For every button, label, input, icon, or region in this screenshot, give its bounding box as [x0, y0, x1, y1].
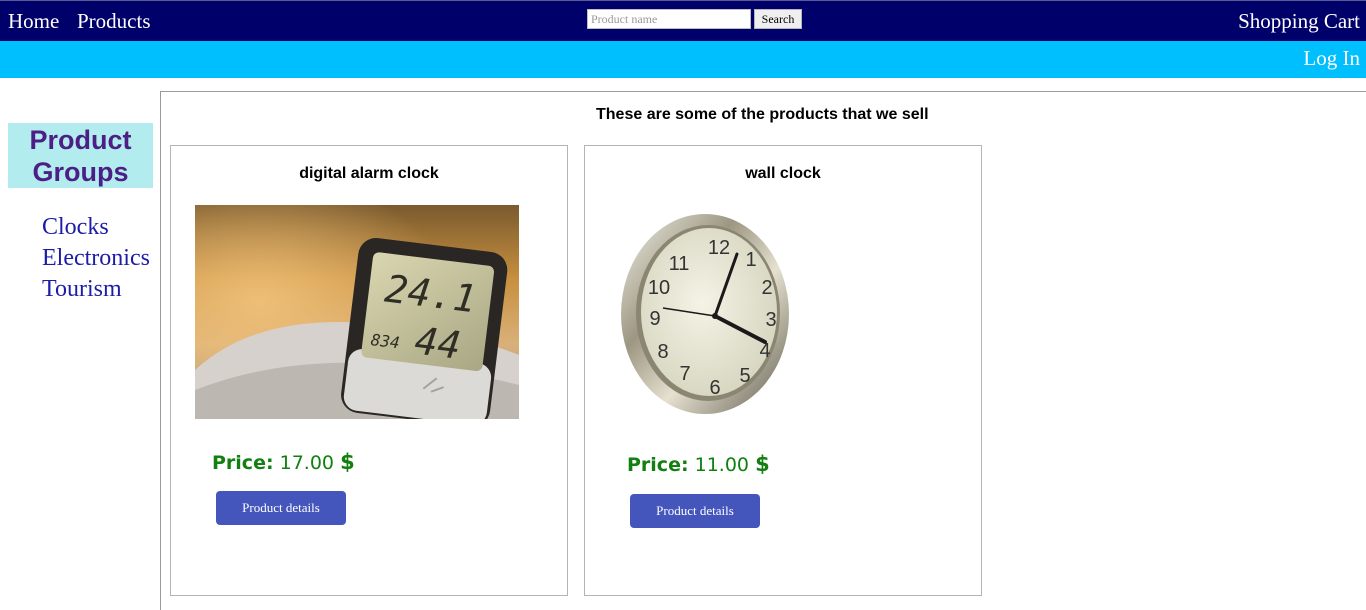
price-label: Price:: [627, 454, 689, 476]
svg-text:5: 5: [739, 365, 750, 387]
account-bar: Log In: [0, 41, 1366, 78]
group-link-clocks[interactable]: Clocks: [42, 212, 150, 243]
svg-text:9: 9: [649, 308, 660, 330]
price-currency: $: [340, 450, 355, 474]
svg-text:10: 10: [648, 277, 670, 299]
product-group-list: Clocks Electronics Tourism: [42, 212, 150, 305]
product-details-button[interactable]: Product details: [630, 494, 760, 528]
product-card: wall clock 12 1 2 3 4 5 6 7 8 9 10 11 Pr…: [584, 145, 982, 596]
svg-text:6: 6: [709, 377, 720, 399]
price-value: 11.00: [694, 454, 750, 476]
svg-text:2: 2: [761, 277, 772, 299]
nav-home-link[interactable]: Home: [8, 9, 59, 33]
nav-products-link[interactable]: Products: [77, 9, 151, 33]
search-button[interactable]: Search: [754, 9, 802, 29]
svg-text:7: 7: [679, 363, 690, 385]
svg-text:3: 3: [765, 309, 776, 331]
product-name: wall clock: [745, 165, 821, 182]
product-groups-title: Product Groups: [8, 123, 153, 188]
product-details-button[interactable]: Product details: [216, 491, 346, 525]
price-currency: $: [755, 452, 770, 476]
product-price: Price: 11.00 $: [627, 452, 770, 477]
group-link-electronics[interactable]: Electronics: [42, 243, 150, 274]
nav-shopping-cart-link[interactable]: Shopping Cart: [1238, 9, 1360, 33]
svg-text:834: 834: [370, 330, 401, 352]
login-link[interactable]: Log In: [1303, 46, 1360, 70]
svg-text:44: 44: [412, 319, 463, 368]
price-value: 17.00: [279, 452, 335, 474]
products-heading: These are some of the products that we s…: [596, 106, 929, 123]
digital-clock-photo-icon[interactable]: 24.1 834 44: [195, 205, 519, 419]
price-label: Price:: [212, 452, 274, 474]
wall-clock-photo-icon[interactable]: 12 1 2 3 4 5 6 7 8 9 10 11: [619, 212, 791, 416]
product-name: digital alarm clock: [299, 165, 439, 182]
product-price: Price: 17.00 $: [212, 450, 355, 475]
group-link-tourism[interactable]: Tourism: [42, 274, 150, 305]
svg-text:1: 1: [745, 249, 756, 271]
top-nav-bar: Home Products Search Shopping Cart: [0, 0, 1366, 41]
svg-text:8: 8: [657, 341, 668, 363]
svg-text:12: 12: [708, 237, 730, 259]
search-input[interactable]: [587, 9, 751, 29]
product-card: digital alarm clock 24.1 834 44 Price: 1…: [170, 145, 568, 596]
svg-text:11: 11: [669, 253, 690, 275]
